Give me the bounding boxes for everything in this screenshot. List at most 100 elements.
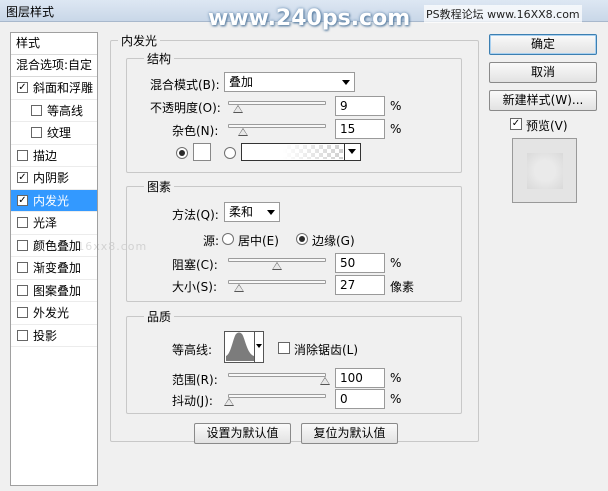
style-item-label: 斜面和浮雕 xyxy=(33,81,94,95)
jitter-slider[interactable] xyxy=(224,394,326,406)
style-item-checkbox[interactable]: ✓ xyxy=(17,82,28,93)
style-item-checkbox[interactable] xyxy=(31,127,42,138)
style-item[interactable]: ✓ 内阴影 xyxy=(11,167,97,190)
opacity-slider-thumb[interactable] xyxy=(232,105,243,113)
choke-slider[interactable] xyxy=(228,258,326,270)
glow-color-swatch[interactable] xyxy=(193,143,211,161)
style-item-label: 内发光 xyxy=(33,193,70,208)
ok-button[interactable]: 确定 xyxy=(489,34,597,55)
style-item[interactable]: 渐变叠加 xyxy=(11,257,97,280)
make-default-button[interactable]: 设置为默认值 xyxy=(194,423,291,444)
opacity-input[interactable]: 9 xyxy=(335,96,385,116)
elements-title: 图素 xyxy=(144,178,175,195)
style-item-checkbox[interactable]: ✓ xyxy=(17,172,28,183)
style-item[interactable]: 外发光 xyxy=(11,302,97,325)
method-value: 柔和 xyxy=(229,205,254,219)
style-item[interactable]: 描边 xyxy=(11,145,97,167)
style-item-checkbox[interactable] xyxy=(31,104,42,116)
contour-curve-icon xyxy=(226,332,254,361)
source-edge-radio[interactable] xyxy=(296,233,308,245)
watermark-main: www.240ps.com xyxy=(208,6,411,31)
style-item-checkbox[interactable] xyxy=(17,149,28,161)
style-item[interactable]: 光泽 xyxy=(11,212,97,235)
choke-unit: % xyxy=(390,256,402,270)
size-input[interactable]: 27 xyxy=(335,275,385,295)
source-edge-label[interactable]: 边缘(G) xyxy=(312,232,355,249)
blend-mode-value: 叠加 xyxy=(229,75,254,89)
style-item[interactable]: 纹理 xyxy=(11,122,97,145)
chevron-down-icon xyxy=(348,149,356,154)
blend-mode-label: 混合模式(B): xyxy=(150,78,220,92)
preview-checkbox[interactable]: ✓ xyxy=(510,118,522,130)
jitter-input[interactable]: 0 xyxy=(335,389,385,409)
source-center-label[interactable]: 居中(E) xyxy=(238,232,279,249)
style-item[interactable]: 图案叠加 xyxy=(11,280,97,302)
cancel-button[interactable]: 取消 xyxy=(489,62,597,83)
blend-options-item[interactable]: 混合选项:自定 xyxy=(11,55,97,77)
style-item-checkbox[interactable] xyxy=(17,284,28,296)
solid-color-radio[interactable] xyxy=(176,147,188,159)
style-item-checkbox[interactable] xyxy=(17,262,28,273)
choke-input[interactable]: 50 xyxy=(335,253,385,273)
style-item-label: 光泽 xyxy=(33,216,58,230)
chevron-down-icon xyxy=(256,344,262,348)
chevron-down-icon xyxy=(267,210,275,215)
opacity-label: 不透明度(O): xyxy=(150,101,221,115)
size-slider[interactable] xyxy=(228,280,326,292)
noise-slider-thumb[interactable] xyxy=(238,128,249,136)
noise-input[interactable]: 15 xyxy=(335,119,385,139)
style-item-checkbox[interactable]: ✓ xyxy=(17,194,28,206)
style-item[interactable]: 等高线 xyxy=(11,100,97,122)
style-item-checkbox[interactable] xyxy=(17,217,28,228)
size-slider-thumb[interactable] xyxy=(234,284,245,292)
preview-label[interactable]: 预览(V) xyxy=(526,117,568,134)
range-slider-thumb[interactable] xyxy=(320,377,330,385)
style-item-label: 渐变叠加 xyxy=(33,261,82,275)
anti-alias-label[interactable]: 消除锯齿(L) xyxy=(294,341,358,358)
source-center-radio[interactable] xyxy=(222,233,234,245)
styles-header[interactable]: 样式 xyxy=(11,33,97,55)
range-input[interactable]: 100 xyxy=(335,368,385,388)
opacity-slider[interactable] xyxy=(228,101,326,113)
gradient-preview xyxy=(243,145,343,159)
style-item-label: 投影 xyxy=(33,328,58,343)
contour-picker[interactable] xyxy=(224,331,264,363)
anti-alias-checkbox[interactable] xyxy=(278,342,290,354)
range-label: 范围(R): xyxy=(172,373,218,387)
style-item-label: 图案叠加 xyxy=(33,283,82,298)
style-item-checkbox[interactable] xyxy=(17,329,28,341)
jitter-unit: % xyxy=(390,392,402,406)
style-item-checkbox[interactable] xyxy=(17,307,28,318)
style-item[interactable]: 投影 xyxy=(11,325,97,347)
gradient-radio[interactable] xyxy=(224,147,236,159)
contour-label: 等高线: xyxy=(172,343,213,357)
style-item-label: 等高线 xyxy=(47,103,84,118)
reset-default-button[interactable]: 复位为默认值 xyxy=(301,423,398,444)
size-label: 大小(S): xyxy=(172,280,218,294)
noise-unit: % xyxy=(390,122,402,136)
range-unit: % xyxy=(390,371,402,385)
choke-slider-thumb[interactable] xyxy=(272,262,282,270)
style-item-checkbox[interactable] xyxy=(17,239,28,251)
window-title: 图层样式 xyxy=(6,5,55,19)
gradient-picker[interactable] xyxy=(241,143,361,161)
method-select[interactable]: 柔和 xyxy=(224,202,280,222)
gradient-dropdown-button[interactable] xyxy=(344,144,360,160)
preview-swatch xyxy=(527,153,563,189)
style-item[interactable]: ✓ 斜面和浮雕 xyxy=(11,77,97,100)
contour-dropdown-button[interactable] xyxy=(254,332,263,362)
style-item[interactable]: ✓ 内发光 xyxy=(11,189,97,212)
style-list-panel: 样式 混合选项:自定 ✓ 斜面和浮雕 等高线 纹理 描边 ✓ 内阴影 ✓ 内发光 光泽 颜色叠加 渐变… xyxy=(10,32,98,486)
blend-mode-select[interactable]: 叠加 xyxy=(224,72,355,92)
style-item-label: 内阴影 xyxy=(33,171,70,185)
new-style-button[interactable]: 新建样式(W)... xyxy=(489,90,597,111)
structure-title: 结构 xyxy=(144,50,175,67)
range-slider[interactable] xyxy=(228,373,330,385)
noise-label: 杂色(N): xyxy=(172,124,219,138)
chevron-down-icon xyxy=(342,80,350,85)
jitter-label: 抖动(J): xyxy=(172,394,213,408)
opacity-unit: % xyxy=(390,99,402,113)
noise-slider[interactable] xyxy=(228,124,326,136)
jitter-slider-thumb[interactable] xyxy=(224,398,234,406)
style-item-label: 外发光 xyxy=(33,306,70,320)
